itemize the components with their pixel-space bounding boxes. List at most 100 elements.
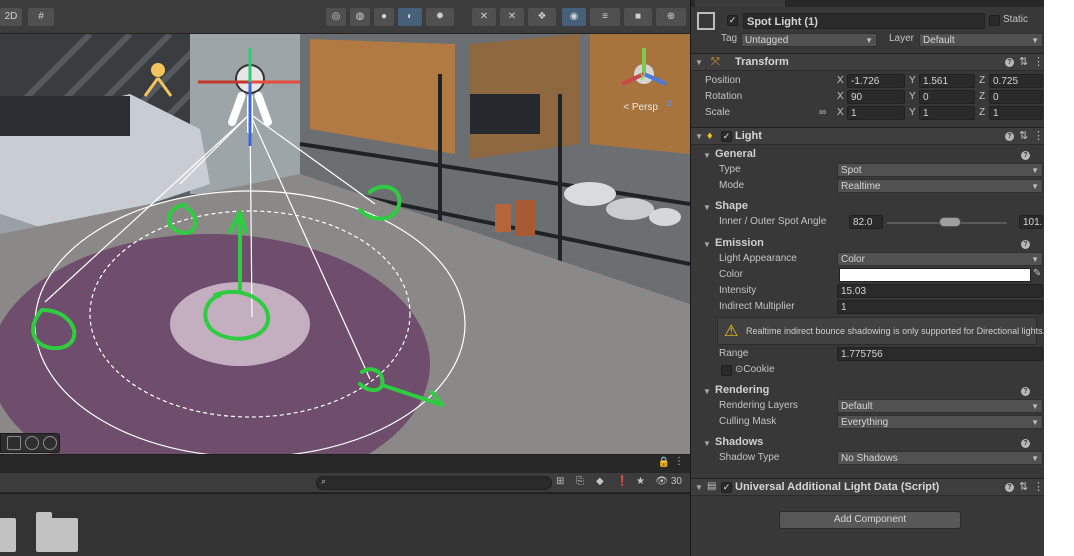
draw-mode-shaded-wireframe-button[interactable]: ◍ <box>350 8 370 26</box>
fold-arrow-icon[interactable]: ▼ <box>695 132 703 141</box>
cookie-label: ⊙Cookie <box>735 364 775 375</box>
constrain-proportions-icon[interactable]: ∞ <box>819 105 826 121</box>
help-icon[interactable]: ? <box>1021 151 1030 160</box>
rotation-z-field[interactable]: 0 <box>989 90 1043 104</box>
object-name-input[interactable]: Spot Light (1) <box>743 13 985 29</box>
urp-light-data-header[interactable]: ▼ ▤ ✓ Universal Additional Light Data (S… <box>691 478 1044 496</box>
shadow-type-label: Shadow Type <box>719 452 780 463</box>
urp-enabled-checkbox[interactable]: ✓ <box>721 482 732 493</box>
cookie-checkbox[interactable] <box>721 365 732 376</box>
lock-icon[interactable]: 🔒 <box>658 457 670 468</box>
shape-section-title[interactable]: Shape <box>715 200 748 212</box>
light-header[interactable]: ▼ ♦ ✓ Light ? ⇅ ⋮ <box>691 127 1044 145</box>
project-search-input[interactable]: ⌕ <box>316 476 552 490</box>
rendering-section-title[interactable]: Rendering <box>715 384 769 396</box>
scale-y-field[interactable]: 1 <box>919 106 975 120</box>
preset-icon[interactable]: ⇅ <box>1019 55 1028 68</box>
debug-draw-mode-button[interactable]: ✹ <box>426 8 454 26</box>
light-mode-dropdown[interactable]: Realtime ▼ <box>837 179 1043 193</box>
more-menu-icon[interactable]: ⋮ <box>674 456 684 467</box>
fold-arrow-icon[interactable]: ▼ <box>695 483 703 492</box>
light-enabled-checkbox[interactable]: ✓ <box>721 131 732 142</box>
preset-icon[interactable]: ⇅ <box>1019 480 1028 493</box>
scene-render <box>0 34 690 454</box>
help-icon[interactable]: ? <box>1021 387 1030 396</box>
folder-icon[interactable] <box>0 518 16 552</box>
folder-icon[interactable] <box>36 512 78 552</box>
add-component-button[interactable]: Add Component <box>779 511 961 529</box>
fold-arrow-icon[interactable]: ▼ <box>695 58 703 67</box>
inner-angle-field[interactable]: 82.0 <box>849 215 883 229</box>
eyedropper-icon[interactable]: ✎ <box>1033 268 1041 279</box>
outer-angle-field[interactable]: 101.3 <box>1019 215 1043 229</box>
frame-icon[interactable] <box>7 436 21 450</box>
indirect-multiplier-field[interactable]: 1 <box>837 300 1043 314</box>
help-icon[interactable]: ? <box>1005 58 1014 67</box>
help-icon[interactable]: ? <box>1021 240 1030 249</box>
compass-icon[interactable] <box>43 436 57 450</box>
kebab-menu-icon[interactable]: ⋮ <box>1033 55 1044 68</box>
shadows-section-title[interactable]: Shadows <box>715 436 763 448</box>
preset-icon[interactable]: ⇅ <box>1019 129 1028 142</box>
general-section-title[interactable]: General <box>715 148 756 160</box>
kebab-menu-icon[interactable]: ⋮ <box>1033 480 1044 493</box>
rotation-y-field[interactable]: 0 <box>919 90 975 104</box>
grid-snapping-button[interactable]: # <box>28 8 54 26</box>
perspective-toggle[interactable]: < Persp <box>623 102 658 113</box>
tag-icon[interactable]: ◆ <box>596 476 604 487</box>
effects-button[interactable]: ❖ <box>528 8 556 26</box>
inspector-tab[interactable] <box>695 0 785 7</box>
mode-label: Mode <box>719 180 745 191</box>
draw-mode-wireframe-button[interactable]: ◎ <box>326 8 346 26</box>
tag-dropdown[interactable]: Untagged ▼ <box>741 33 877 47</box>
range-field[interactable]: 1.775756 <box>837 347 1043 361</box>
position-z-field[interactable]: 0.725 <box>989 74 1043 88</box>
position-y-field[interactable]: 1.561 <box>919 74 975 88</box>
grid-icon[interactable] <box>25 436 39 450</box>
scale-x-field[interactable]: 1 <box>847 106 905 120</box>
emission-section-title[interactable]: Emission <box>715 237 764 249</box>
active-checkbox[interactable]: ✓ <box>727 15 738 26</box>
scene-visibility-button[interactable]: ◉ <box>562 8 586 26</box>
transform-header[interactable]: ▼ ⤧ Transform ? ⇅ ⋮ <box>691 53 1044 71</box>
help-icon[interactable]: ? <box>1021 439 1030 448</box>
toggle-audio-button[interactable]: ✕ <box>500 8 524 26</box>
scene-view-tools <box>0 433 60 453</box>
shadow-type-dropdown[interactable]: No Shadows ▼ <box>837 451 1043 465</box>
toggle-lighting-button[interactable]: ✕ <box>472 8 496 26</box>
info-icon[interactable]: ❗ <box>616 476 628 487</box>
rotation-x-field[interactable]: 90 <box>847 90 905 104</box>
emission-fold-icon[interactable]: ▼ <box>703 240 711 249</box>
filter-label-icon[interactable]: ⎘ <box>576 476 584 487</box>
intensity-field[interactable]: 15.03 <box>837 284 1043 298</box>
warning-box: ⚠ Realtime indirect bounce shadowing is … <box>717 317 1044 345</box>
favorite-icon[interactable]: ★ <box>636 476 645 487</box>
help-icon[interactable]: ? <box>1005 132 1014 141</box>
light-color-swatch[interactable] <box>839 268 1031 282</box>
light-type-dropdown[interactable]: Spot ▼ <box>837 163 1043 177</box>
2d-toggle-button[interactable]: 2D <box>0 8 22 26</box>
camera-settings-button[interactable]: ■ <box>624 8 652 26</box>
layer-dropdown[interactable]: Default ▼ <box>919 33 1043 47</box>
position-x-field[interactable]: -1.726 <box>847 74 905 88</box>
general-fold-icon[interactable]: ▼ <box>703 151 711 160</box>
help-icon[interactable]: ? <box>1005 483 1014 492</box>
rendering-layers-dropdown[interactable]: Default ▼ <box>837 399 1043 413</box>
kebab-menu-icon[interactable]: ⋮ <box>1033 129 1044 142</box>
rendering-fold-icon[interactable]: ▼ <box>703 387 711 396</box>
culling-mask-dropdown[interactable]: Everything ▼ <box>837 415 1043 429</box>
rotation-row: Rotation X 90 Y 0 Z 0 <box>691 89 1044 105</box>
scene-viewport[interactable]: y z < Persp <box>0 34 690 454</box>
light-appearance-dropdown[interactable]: Color ▼ <box>837 252 1043 266</box>
scale-z-field[interactable]: 1 <box>989 106 1043 120</box>
draw-mode-lit-button[interactable]: ◐ <box>398 8 422 26</box>
shadows-fold-icon[interactable]: ▼ <box>703 439 711 448</box>
filter-type-icon[interactable]: ⊞ <box>556 476 564 487</box>
layers-button[interactable]: ≡ <box>590 8 620 26</box>
draw-mode-shaded-button[interactable]: ● <box>374 8 394 26</box>
warning-message: Realtime indirect bounce shadowing is on… <box>746 326 1044 336</box>
gizmos-button[interactable]: ⊕ <box>656 8 686 26</box>
shape-fold-icon[interactable]: ▼ <box>703 203 711 212</box>
static-checkbox[interactable] <box>989 15 1000 26</box>
spot-angle-slider-thumb[interactable] <box>939 217 961 227</box>
